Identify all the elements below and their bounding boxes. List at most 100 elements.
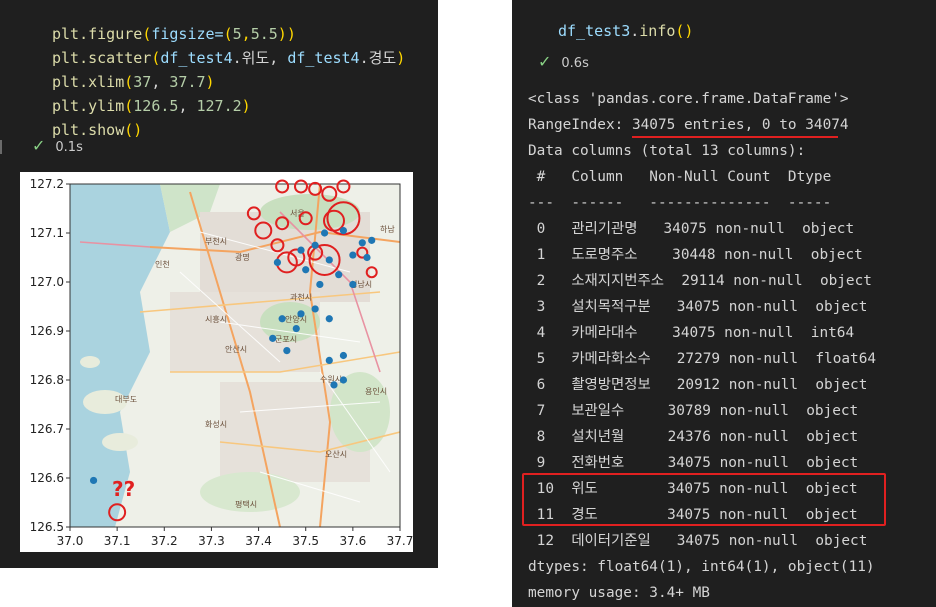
code-token: plt.: [52, 25, 89, 43]
scatter-point: [297, 310, 305, 318]
code-token: scatter: [88, 49, 152, 67]
code-token: (: [124, 121, 134, 139]
code-token: ): [241, 97, 251, 115]
code-token: plt.: [52, 97, 89, 115]
code-token: 37: [133, 73, 152, 91]
scatter-point: [335, 271, 343, 279]
map-place-label: 오산시: [325, 449, 347, 459]
map-place-label: 용인시: [365, 386, 387, 396]
plot-svg: 서울부천시인천광명과천시안양시군포시시흥시안산시수원시성남시용인시화성시평택시오…: [30, 177, 414, 548]
scatter-point: [316, 280, 324, 289]
output-line: 8 설치년월 24376 non-null object: [528, 429, 859, 445]
code-token: ): [277, 25, 287, 43]
cell-output: <class 'pandas.core.frame.DataFrame'> Ran…: [528, 86, 876, 606]
output-line: 2 소재지지번주소 29114 non-null object: [528, 273, 872, 289]
x-tick-label: 37.7: [387, 534, 413, 548]
map-place-label: 하남: [380, 224, 395, 234]
output-line: 0 관리기관명 34075 non-null object: [528, 221, 855, 237]
x-tick-label: 37.3: [198, 534, 225, 548]
execution-status: ✓ 0.6s: [538, 52, 589, 71]
scatter-point: [349, 251, 357, 259]
code-token: plt.: [52, 73, 89, 91]
code-token: 37.7: [169, 73, 206, 91]
output-line: 12 데이터기준일 34075 non-null object: [528, 533, 868, 549]
output-line: 6 촬영방면정보 20912 non-null object: [528, 377, 868, 393]
execution-status: ✓ 0.1s: [32, 136, 83, 155]
code-token: 126.5: [133, 97, 179, 115]
code-token: ,: [178, 97, 197, 115]
y-tick-label: 127.1: [30, 226, 64, 240]
map-background: [70, 184, 400, 527]
scatter-point: [339, 226, 348, 235]
y-tick-label: 126.8: [30, 373, 64, 387]
map-place-label: 평택시: [235, 499, 257, 509]
code-editor[interactable]: plt.figure(figsize=(5,5.5)) plt.scatter(d…: [52, 22, 405, 142]
code-token: .위도,: [232, 49, 288, 67]
output-line: memory usage: 3.4+ MB: [528, 585, 710, 601]
output-line: 7 보관일수 30789 non-null object: [528, 403, 859, 419]
right-code-cell[interactable]: df_test3.info() ✓ 0.6s <class 'pandas.cor…: [512, 0, 936, 607]
scatter-point: [330, 381, 338, 389]
output-line: dtypes: float64(1), int64(1), object(11): [528, 559, 875, 575]
map-place-label: 시흥시: [205, 314, 227, 324]
x-tick-label: 37.1: [104, 534, 131, 548]
execution-time: 0.1s: [55, 140, 83, 155]
code-editor[interactable]: df_test3.info(): [558, 22, 693, 40]
scatter-point: [278, 315, 286, 323]
x-tick-label: 37.6: [339, 534, 366, 548]
code-token: (: [124, 73, 134, 91]
code-token: ,: [241, 25, 251, 43]
output-line: 1 도로명주소 30448 non-null object: [528, 247, 863, 263]
code-token: (: [142, 25, 152, 43]
code-line: plt.figure(figsize=(5,5.5)): [52, 22, 405, 46]
scatter-plot: 서울 부천시 인천 광명 과천시 안양시 군포시 시흥시 안산시 수원시 성남시 용인시 화성시 평택시 오…: [20, 172, 413, 552]
cell-edge-marker: [0, 140, 2, 154]
code-token: ): [205, 73, 215, 91]
scatter-point: [325, 256, 333, 264]
code-token: ylim: [88, 97, 125, 115]
code-token: df_test4: [160, 49, 233, 67]
check-icon: ✓: [32, 136, 46, 155]
map-place-label: 광명: [235, 252, 250, 262]
code-token: plt.: [52, 49, 89, 67]
map-place-label: 안산시: [225, 344, 247, 354]
y-tick-label: 126.6: [30, 471, 64, 485]
code-token: ): [396, 49, 406, 67]
scatter-point: [269, 334, 277, 342]
output-line: 5 카메라화소수 27279 non-null float64: [528, 351, 877, 367]
code-token: 127.2: [196, 97, 242, 115]
output-line: <class 'pandas.core.frame.DataFrame'>: [528, 91, 849, 107]
map-place-label: 화성시: [205, 420, 227, 429]
map-place-label: 인천: [155, 259, 170, 269]
output-line: # Column Non-Null Count Dtype: [528, 169, 832, 185]
scatter-point: [325, 315, 333, 323]
x-tick-label: 37.0: [57, 534, 84, 548]
code-token: 5.5: [250, 25, 278, 43]
map-place-label: 군포시: [275, 335, 297, 344]
scatter-point: [363, 253, 371, 262]
code-function: info: [639, 22, 676, 40]
code-token: figure: [88, 25, 143, 43]
execution-time: 0.6s: [561, 56, 589, 71]
highlight-box-annotation: [522, 473, 886, 526]
scatter-point: [339, 351, 348, 360]
y-tick-label: 126.5: [30, 520, 64, 534]
map-place-label: 부천시: [205, 236, 227, 246]
output-line: 4 카메라대수 34075 non-null int64: [528, 325, 855, 341]
scatter-point: [283, 347, 291, 355]
x-tick-label: 37.2: [151, 534, 178, 548]
left-code-cell[interactable]: plt.figure(figsize=(5,5.5)) plt.scatter(d…: [0, 0, 438, 162]
map-place-label: 수원시: [320, 375, 342, 384]
code-token: ,: [151, 73, 170, 91]
scatter-point: [311, 241, 319, 249]
code-token: .경도: [359, 49, 397, 67]
map-place-label: 대부도: [115, 395, 137, 404]
output-line: 3 설치목적구분 34075 non-null object: [528, 299, 868, 315]
code-token: 5: [232, 25, 242, 43]
scatter-point: [320, 229, 329, 237]
output-line: --- ------ -------------- -----: [528, 195, 832, 211]
y-tick-label: 127.0: [30, 275, 64, 289]
scatter-point: [297, 246, 305, 254]
scatter-point: [311, 305, 319, 313]
code-line: plt.xlim(37, 37.7): [52, 70, 405, 94]
